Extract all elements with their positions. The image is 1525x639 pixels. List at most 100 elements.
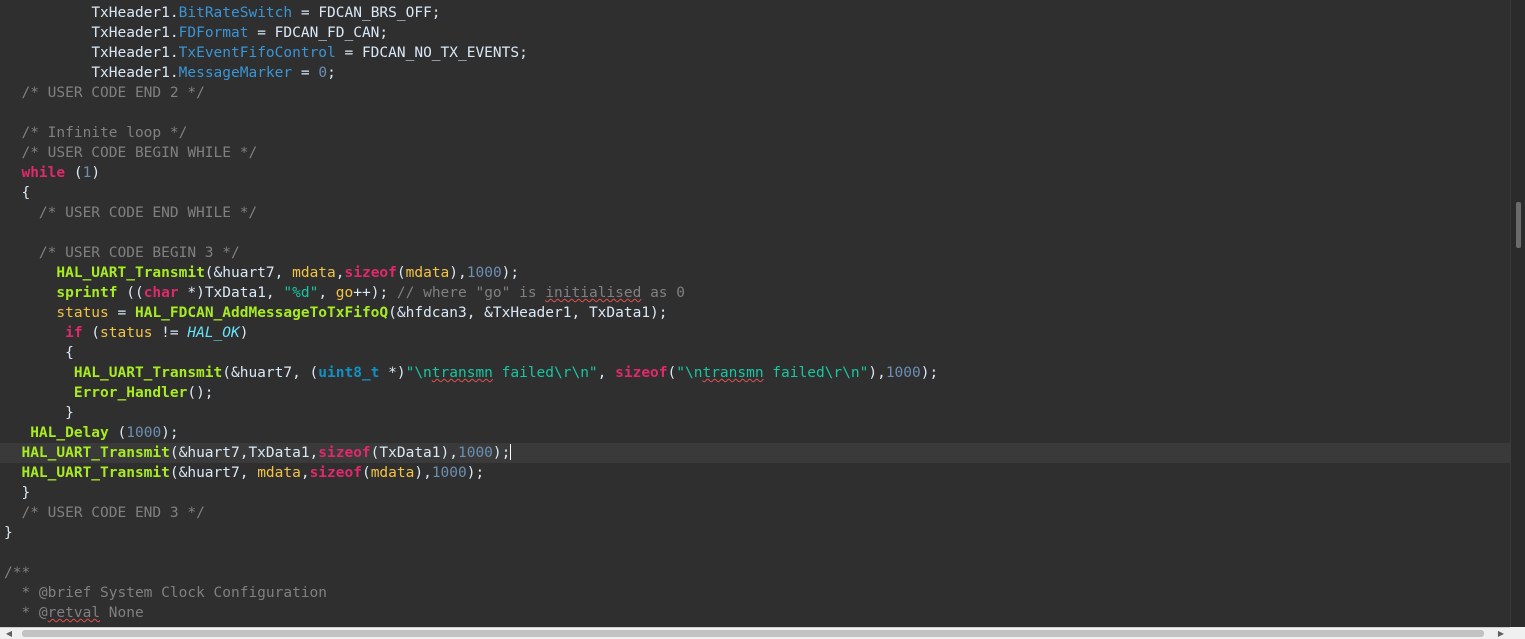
code-token: 1000 <box>457 445 493 461</box>
code-token: ); <box>466 465 485 481</box>
code-token: char <box>143 285 179 301</box>
code-line[interactable]: status = HAL_FDCAN_AddMessageToTxFifoQ(&… <box>0 303 1510 323</box>
code-token: ), <box>414 465 432 481</box>
code-token: as 0 <box>641 285 685 301</box>
code-token: HAL_UART_Transmit <box>73 365 223 381</box>
code-token: ) <box>239 325 249 341</box>
code-line[interactable]: /* USER CODE END 3 */ <box>0 503 1510 523</box>
code-line[interactable]: /** <box>0 563 1510 583</box>
code-token: (&huart7, <box>169 465 258 481</box>
code-token: (TxData1), <box>370 445 458 461</box>
code-area[interactable]: TxHeader1.BitRateSwitch = FDCAN_BRS_OFF;… <box>0 0 1510 627</box>
code-line[interactable]: } <box>0 523 1510 543</box>
code-token: if <box>65 325 83 341</box>
code-line[interactable]: HAL_UART_Transmit(&huart7, (uint8_t *)"\… <box>0 363 1510 383</box>
code-token: sizeof <box>309 465 362 481</box>
code-line[interactable] <box>0 103 1510 123</box>
code-line[interactable] <box>0 543 1510 563</box>
code-token: , <box>300 465 310 481</box>
code-token: /* USER CODE BEGIN 3 */ <box>38 245 240 261</box>
vertical-scroll-thumb[interactable] <box>1516 202 1521 248</box>
code-token: transmn <box>431 365 493 381</box>
code-token: /* USER CODE END 2 */ <box>21 85 205 101</box>
code-line[interactable]: sprintf ((char *)TxData1, "%d", go++); /… <box>0 283 1510 303</box>
code-token: 1000 <box>126 425 162 441</box>
code-line[interactable]: while (1) <box>0 163 1510 183</box>
code-token: HAL_FDCAN_AddMessageToTxFifoQ <box>134 305 389 321</box>
code-token: mdata <box>257 465 301 481</box>
code-token: * @brief System Clock Configuration <box>21 585 328 601</box>
code-line[interactable]: HAL_UART_Transmit(&huart7, mdata,sizeof(… <box>0 263 1510 283</box>
code-token: = <box>108 305 135 321</box>
code-token: retval <box>47 605 101 621</box>
code-token: { <box>65 345 74 361</box>
code-token: } <box>65 405 74 421</box>
code-token: 0 <box>318 65 328 81</box>
code-token: , <box>597 365 616 381</box>
code-token: ), <box>868 365 886 381</box>
code-line[interactable]: Error_Handler(); <box>0 383 1510 403</box>
code-line[interactable]: } <box>0 403 1510 423</box>
code-token: TxHeader1. <box>91 45 179 61</box>
code-token: ( <box>82 325 101 341</box>
code-token: FDFormat <box>178 25 249 41</box>
code-token: initialised <box>545 285 642 301</box>
code-line[interactable]: * @retval None <box>0 603 1510 623</box>
code-line[interactable]: { <box>0 343 1510 363</box>
code-token: HAL_UART_Transmit <box>21 465 170 481</box>
code-line[interactable]: /* USER CODE BEGIN 3 */ <box>0 243 1510 263</box>
code-line[interactable]: TxHeader1.TxEventFifoControl = FDCAN_NO_… <box>0 43 1510 63</box>
code-token: sizeof <box>615 365 668 381</box>
code-token: = FDCAN_NO_TX_EVENTS; <box>335 45 528 61</box>
code-token: failed\r\n" <box>763 365 869 381</box>
code-line[interactable]: /* Infinite loop */ <box>0 123 1510 143</box>
code-token: status <box>56 305 109 321</box>
code-line[interactable]: HAL_Delay (1000); <box>0 423 1510 443</box>
code-token: while <box>21 165 66 181</box>
code-line[interactable]: * @brief System Clock Configuration <box>0 583 1510 603</box>
code-line[interactable]: TxHeader1.FDFormat = FDCAN_FD_CAN; <box>0 23 1510 43</box>
scroll-right-arrow-icon[interactable]: ▶ <box>1494 629 1508 639</box>
code-token: mdata <box>405 265 450 281</box>
code-token: ( <box>361 465 371 481</box>
code-token: 1000 <box>466 265 502 281</box>
code-line[interactable]: HAL_UART_Transmit(&huart7,TxData1,sizeof… <box>0 443 1510 463</box>
code-line[interactable]: HAL_UART_Transmit(&huart7, mdata,sizeof(… <box>0 463 1510 483</box>
code-token: uint8_t <box>318 365 380 381</box>
horizontal-scrollbar[interactable]: ◀ ▶ <box>0 627 1510 639</box>
code-line[interactable]: TxHeader1.MessageMarker = 0; <box>0 63 1510 83</box>
code-token: = FDCAN_BRS_OFF; <box>292 5 441 21</box>
code-editor[interactable]: TxHeader1.BitRateSwitch = FDCAN_BRS_OFF;… <box>0 0 1525 639</box>
scrollbar-corner <box>1510 627 1525 639</box>
code-line[interactable]: /* USER CODE BEGIN WHILE */ <box>0 143 1510 163</box>
code-line[interactable]: } <box>0 483 1510 503</box>
code-line[interactable] <box>0 223 1510 243</box>
vertical-scrollbar[interactable] <box>1510 0 1525 627</box>
code-token: *)TxData1, <box>178 285 284 301</box>
code-line[interactable]: /* USER CODE END 2 */ <box>0 83 1510 103</box>
code-token: (); <box>187 385 214 401</box>
code-line[interactable]: /* USER CODE END WHILE */ <box>0 203 1510 223</box>
code-token: ); <box>501 265 520 281</box>
scroll-left-arrow-icon[interactable]: ◀ <box>2 629 16 639</box>
code-token: "%d" <box>283 285 319 301</box>
code-line[interactable]: { <box>0 183 1510 203</box>
code-line[interactable]: TxHeader1.BitRateSwitch = FDCAN_BRS_OFF; <box>0 3 1510 23</box>
code-token: (&huart7, ( <box>222 365 319 381</box>
horizontal-scroll-thumb[interactable] <box>22 630 1484 637</box>
code-token: ; <box>327 65 336 81</box>
code-line[interactable]: if (status != HAL_OK) <box>0 323 1510 343</box>
